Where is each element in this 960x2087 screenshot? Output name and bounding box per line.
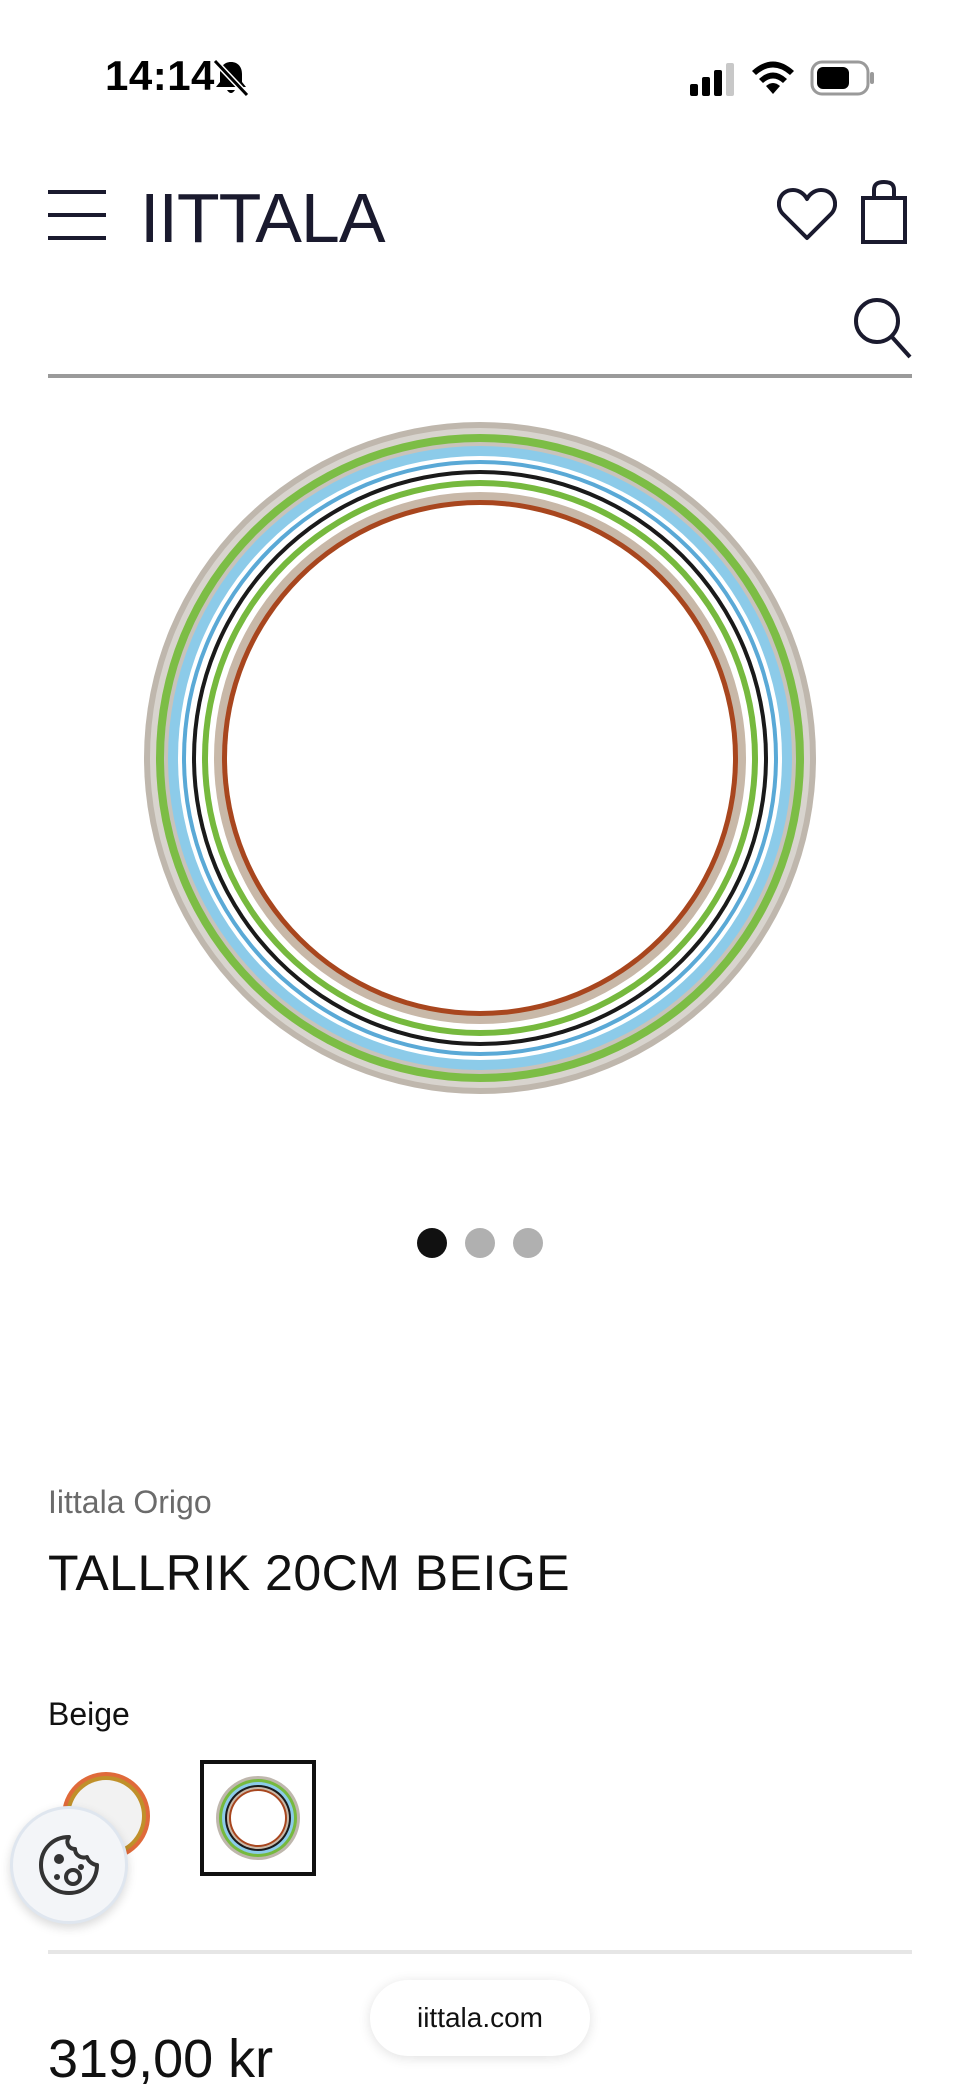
product-plate-image[interactable]	[140, 418, 820, 1098]
browser-url-pill[interactable]: iittala.com	[370, 1980, 590, 2056]
product-title: TALLRIK 20CM BEIGE	[48, 1545, 571, 1601]
search-input[interactable]	[48, 300, 828, 366]
search-icon[interactable]	[852, 296, 912, 360]
status-time: 14:14	[105, 52, 215, 99]
shopping-bag-icon[interactable]	[860, 180, 908, 244]
wifi-icon	[752, 61, 794, 94]
cookie-settings-button[interactable]	[10, 1806, 128, 1924]
browser-url-text: iittala.com	[416, 2002, 544, 2033]
menu-icon[interactable]	[48, 188, 106, 242]
swatch-beige-plate	[216, 1776, 300, 1860]
carousel-dot-1[interactable]	[417, 1228, 447, 1258]
carousel-dot-3[interactable]	[513, 1228, 543, 1258]
product-price: 319,00 kr	[48, 2029, 274, 2087]
status-bar: 14:14	[0, 0, 960, 150]
cellular-signal-icon	[690, 63, 734, 96]
bell-slash-icon	[212, 58, 250, 98]
battery-icon	[810, 60, 874, 96]
site-header: IITTALA	[0, 170, 960, 270]
carousel-dot-2[interactable]	[465, 1228, 495, 1258]
heart-icon[interactable]	[777, 186, 837, 242]
search-bar	[48, 290, 912, 378]
cookie-icon	[39, 1835, 99, 1895]
section-divider	[48, 1950, 912, 1954]
swatch-beige[interactable]	[200, 1760, 316, 1876]
variant-label: Beige	[48, 1696, 130, 1732]
carousel-dots	[0, 1228, 960, 1258]
brand-logo[interactable]: IITTALA	[140, 178, 386, 258]
product-brand-line[interactable]: Iittala Origo	[48, 1484, 212, 1521]
